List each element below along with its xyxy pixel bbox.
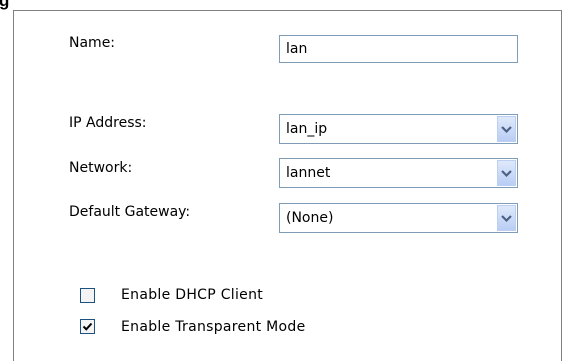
default-gateway-dropdown-button[interactable]	[497, 205, 516, 231]
network-label: Network:	[69, 160, 133, 176]
transparent-mode-label: Enable Transparent Mode	[121, 319, 306, 335]
network-value: lannet	[286, 165, 331, 181]
network-select[interactable]: lannet	[279, 158, 518, 188]
ip-address-label: IP Address:	[69, 115, 147, 131]
network-dropdown-button[interactable]	[497, 160, 516, 186]
cropped-title-text: g	[0, 0, 10, 10]
checkmark-icon	[82, 322, 93, 331]
ip-address-value: lan_ip	[286, 121, 328, 137]
default-gateway-label: Default Gateway:	[69, 204, 191, 220]
dhcp-client-label: Enable DHCP Client	[121, 287, 264, 303]
transparent-mode-checkbox[interactable]	[80, 319, 95, 334]
ip-address-dropdown-button[interactable]	[497, 116, 516, 142]
default-gateway-select[interactable]: (None)	[279, 203, 518, 233]
chevron-down-icon	[501, 215, 512, 223]
dhcp-client-checkbox[interactable]	[80, 288, 95, 303]
chevron-down-icon	[501, 126, 512, 134]
name-label: Name:	[69, 35, 116, 51]
default-gateway-value: (None)	[286, 210, 334, 226]
interface-settings-panel: Name: lan IP Address: lan_ip Network: la…	[13, 10, 562, 361]
name-input[interactable]: lan	[279, 35, 518, 63]
chevron-down-icon	[501, 170, 512, 178]
cropped-title: g	[0, 0, 16, 10]
ip-address-select[interactable]: lan_ip	[279, 114, 518, 144]
